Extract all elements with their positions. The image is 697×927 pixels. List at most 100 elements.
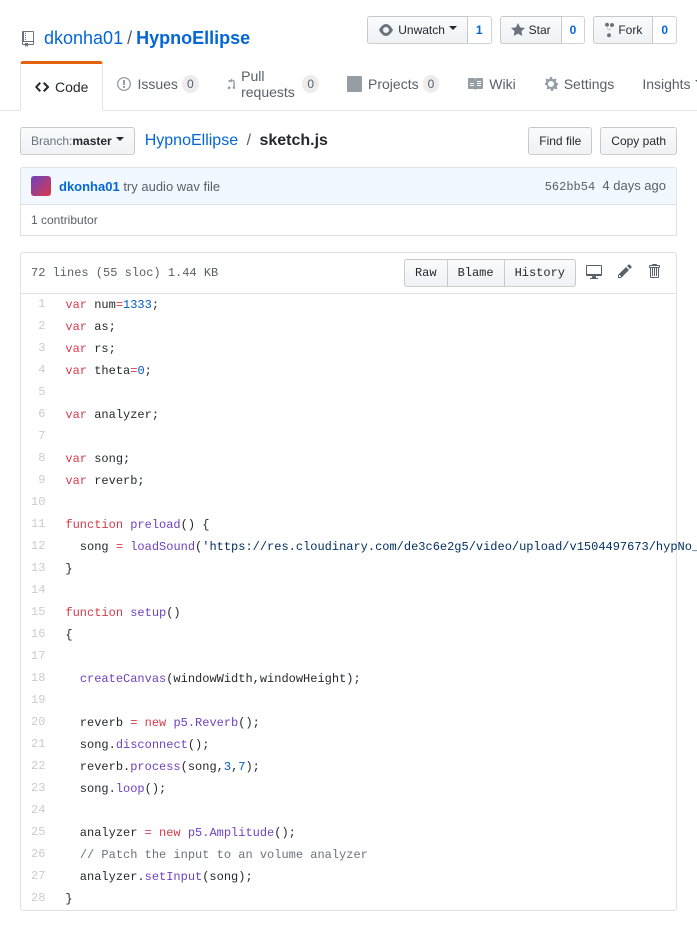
line-content[interactable]: [55, 382, 697, 404]
line-number[interactable]: 21: [21, 734, 55, 756]
line-number[interactable]: 18: [21, 668, 55, 690]
line-content[interactable]: function preload() {: [55, 514, 697, 536]
line-number[interactable]: 20: [21, 712, 55, 734]
line-number[interactable]: 17: [21, 646, 55, 668]
code-line: 9var reverb;: [21, 470, 697, 492]
branch-select[interactable]: Branch: master: [20, 127, 135, 155]
line-content[interactable]: song.loop();: [55, 778, 697, 800]
line-content[interactable]: song = loadSound('https://res.cloudinary…: [55, 536, 697, 558]
line-content[interactable]: }: [55, 558, 697, 580]
blame-button[interactable]: Blame: [447, 259, 505, 287]
tab-code[interactable]: Code: [20, 61, 103, 111]
line-content[interactable]: [55, 492, 697, 514]
line-number[interactable]: 16: [21, 624, 55, 646]
code-line: 16{: [21, 624, 697, 646]
line-content[interactable]: [55, 580, 697, 602]
line-number[interactable]: 12: [21, 536, 55, 558]
line-number[interactable]: 24: [21, 800, 55, 822]
line-content[interactable]: reverb.process(song,3,7);: [55, 756, 697, 778]
commit-sha[interactable]: 562bb54: [545, 180, 595, 194]
line-content[interactable]: song.disconnect();: [55, 734, 697, 756]
line-content[interactable]: var num=1333;: [55, 294, 697, 316]
line-number[interactable]: 6: [21, 404, 55, 426]
code-line: 14: [21, 580, 697, 602]
line-content[interactable]: }: [55, 888, 697, 910]
copy-path-button[interactable]: Copy path: [600, 127, 677, 155]
line-number[interactable]: 15: [21, 602, 55, 624]
line-content[interactable]: [55, 426, 697, 448]
line-content[interactable]: var analyzer;: [55, 404, 697, 426]
tab-wiki[interactable]: Wiki: [453, 61, 529, 110]
line-content[interactable]: {: [55, 624, 697, 646]
find-file-button[interactable]: Find file: [528, 127, 592, 155]
edit-icon[interactable]: [612, 263, 638, 283]
line-content[interactable]: var song;: [55, 448, 697, 470]
line-content[interactable]: [55, 646, 697, 668]
unwatch-button[interactable]: Unwatch: [367, 16, 468, 44]
star-icon: [511, 22, 525, 38]
line-number[interactable]: 2: [21, 316, 55, 338]
line-content[interactable]: function setup(): [55, 602, 697, 624]
line-number[interactable]: 22: [21, 756, 55, 778]
raw-button[interactable]: Raw: [404, 259, 448, 287]
fork-count[interactable]: 0: [653, 16, 677, 44]
line-content[interactable]: // Patch the input to an volume analyzer: [55, 844, 697, 866]
line-number[interactable]: 1: [21, 294, 55, 316]
tab-insights[interactable]: Insights: [628, 61, 697, 110]
line-content[interactable]: reverb = new p5.Reverb();: [55, 712, 697, 734]
code-line: 18 createCanvas(windowWidth,windowHeight…: [21, 668, 697, 690]
line-content[interactable]: [55, 690, 697, 712]
repo-actions: Unwatch 1 Star 0 Fork 0: [367, 16, 677, 44]
line-content[interactable]: var theta=0;: [55, 360, 697, 382]
commit-age: 4 days ago: [602, 178, 666, 193]
contributors[interactable]: 1 contributor: [20, 205, 677, 236]
line-number[interactable]: 11: [21, 514, 55, 536]
line-number[interactable]: 10: [21, 492, 55, 514]
line-content[interactable]: var as;: [55, 316, 697, 338]
line-content[interactable]: var rs;: [55, 338, 697, 360]
line-number[interactable]: 27: [21, 866, 55, 888]
tab-pulls[interactable]: Pull requests0: [213, 61, 333, 110]
star-count[interactable]: 0: [562, 16, 586, 44]
code-line: 26 // Patch the input to an volume analy…: [21, 844, 697, 866]
code-line: 15function setup(): [21, 602, 697, 624]
line-content[interactable]: analyzer.setInput(song);: [55, 866, 697, 888]
tab-settings[interactable]: Settings: [530, 61, 629, 110]
repo-link[interactable]: HypnoEllipse: [136, 28, 250, 48]
tab-projects[interactable]: Projects0: [333, 61, 453, 110]
line-number[interactable]: 3: [21, 338, 55, 360]
tab-issues[interactable]: Issues0: [103, 61, 212, 110]
line-number[interactable]: 9: [21, 470, 55, 492]
commit-author[interactable]: dkonha01: [59, 179, 120, 194]
code-line: 4var theta=0;: [21, 360, 697, 382]
line-content[interactable]: analyzer = new p5.Amplitude();: [55, 822, 697, 844]
line-number[interactable]: 26: [21, 844, 55, 866]
watch-count[interactable]: 1: [468, 16, 492, 44]
owner-link[interactable]: dkonha01: [44, 28, 123, 49]
line-number[interactable]: 4: [21, 360, 55, 382]
trash-icon[interactable]: [642, 263, 666, 283]
history-button[interactable]: History: [504, 259, 576, 287]
line-content[interactable]: [55, 800, 697, 822]
repo-nav: Code Issues0 Pull requests0 Projects0 Wi…: [20, 61, 677, 110]
breadcrumb-root[interactable]: HypnoEllipse: [145, 132, 238, 149]
line-content[interactable]: createCanvas(windowWidth,windowHeight);: [55, 668, 697, 690]
code-line: 20 reverb = new p5.Reverb();: [21, 712, 697, 734]
line-number[interactable]: 19: [21, 690, 55, 712]
code-line: 22 reverb.process(song,3,7);: [21, 756, 697, 778]
line-number[interactable]: 8: [21, 448, 55, 470]
line-number[interactable]: 14: [21, 580, 55, 602]
code-line: 3var rs;: [21, 338, 697, 360]
line-number[interactable]: 23: [21, 778, 55, 800]
line-number[interactable]: 13: [21, 558, 55, 580]
fork-button[interactable]: Fork: [593, 16, 653, 44]
line-number[interactable]: 28: [21, 888, 55, 910]
star-button[interactable]: Star: [500, 16, 562, 44]
line-number[interactable]: 5: [21, 382, 55, 404]
line-content[interactable]: var reverb;: [55, 470, 697, 492]
commit-message[interactable]: try audio wav file: [123, 179, 220, 194]
line-number[interactable]: 25: [21, 822, 55, 844]
desktop-icon[interactable]: [580, 263, 608, 283]
avatar[interactable]: [31, 176, 51, 196]
line-number[interactable]: 7: [21, 426, 55, 448]
